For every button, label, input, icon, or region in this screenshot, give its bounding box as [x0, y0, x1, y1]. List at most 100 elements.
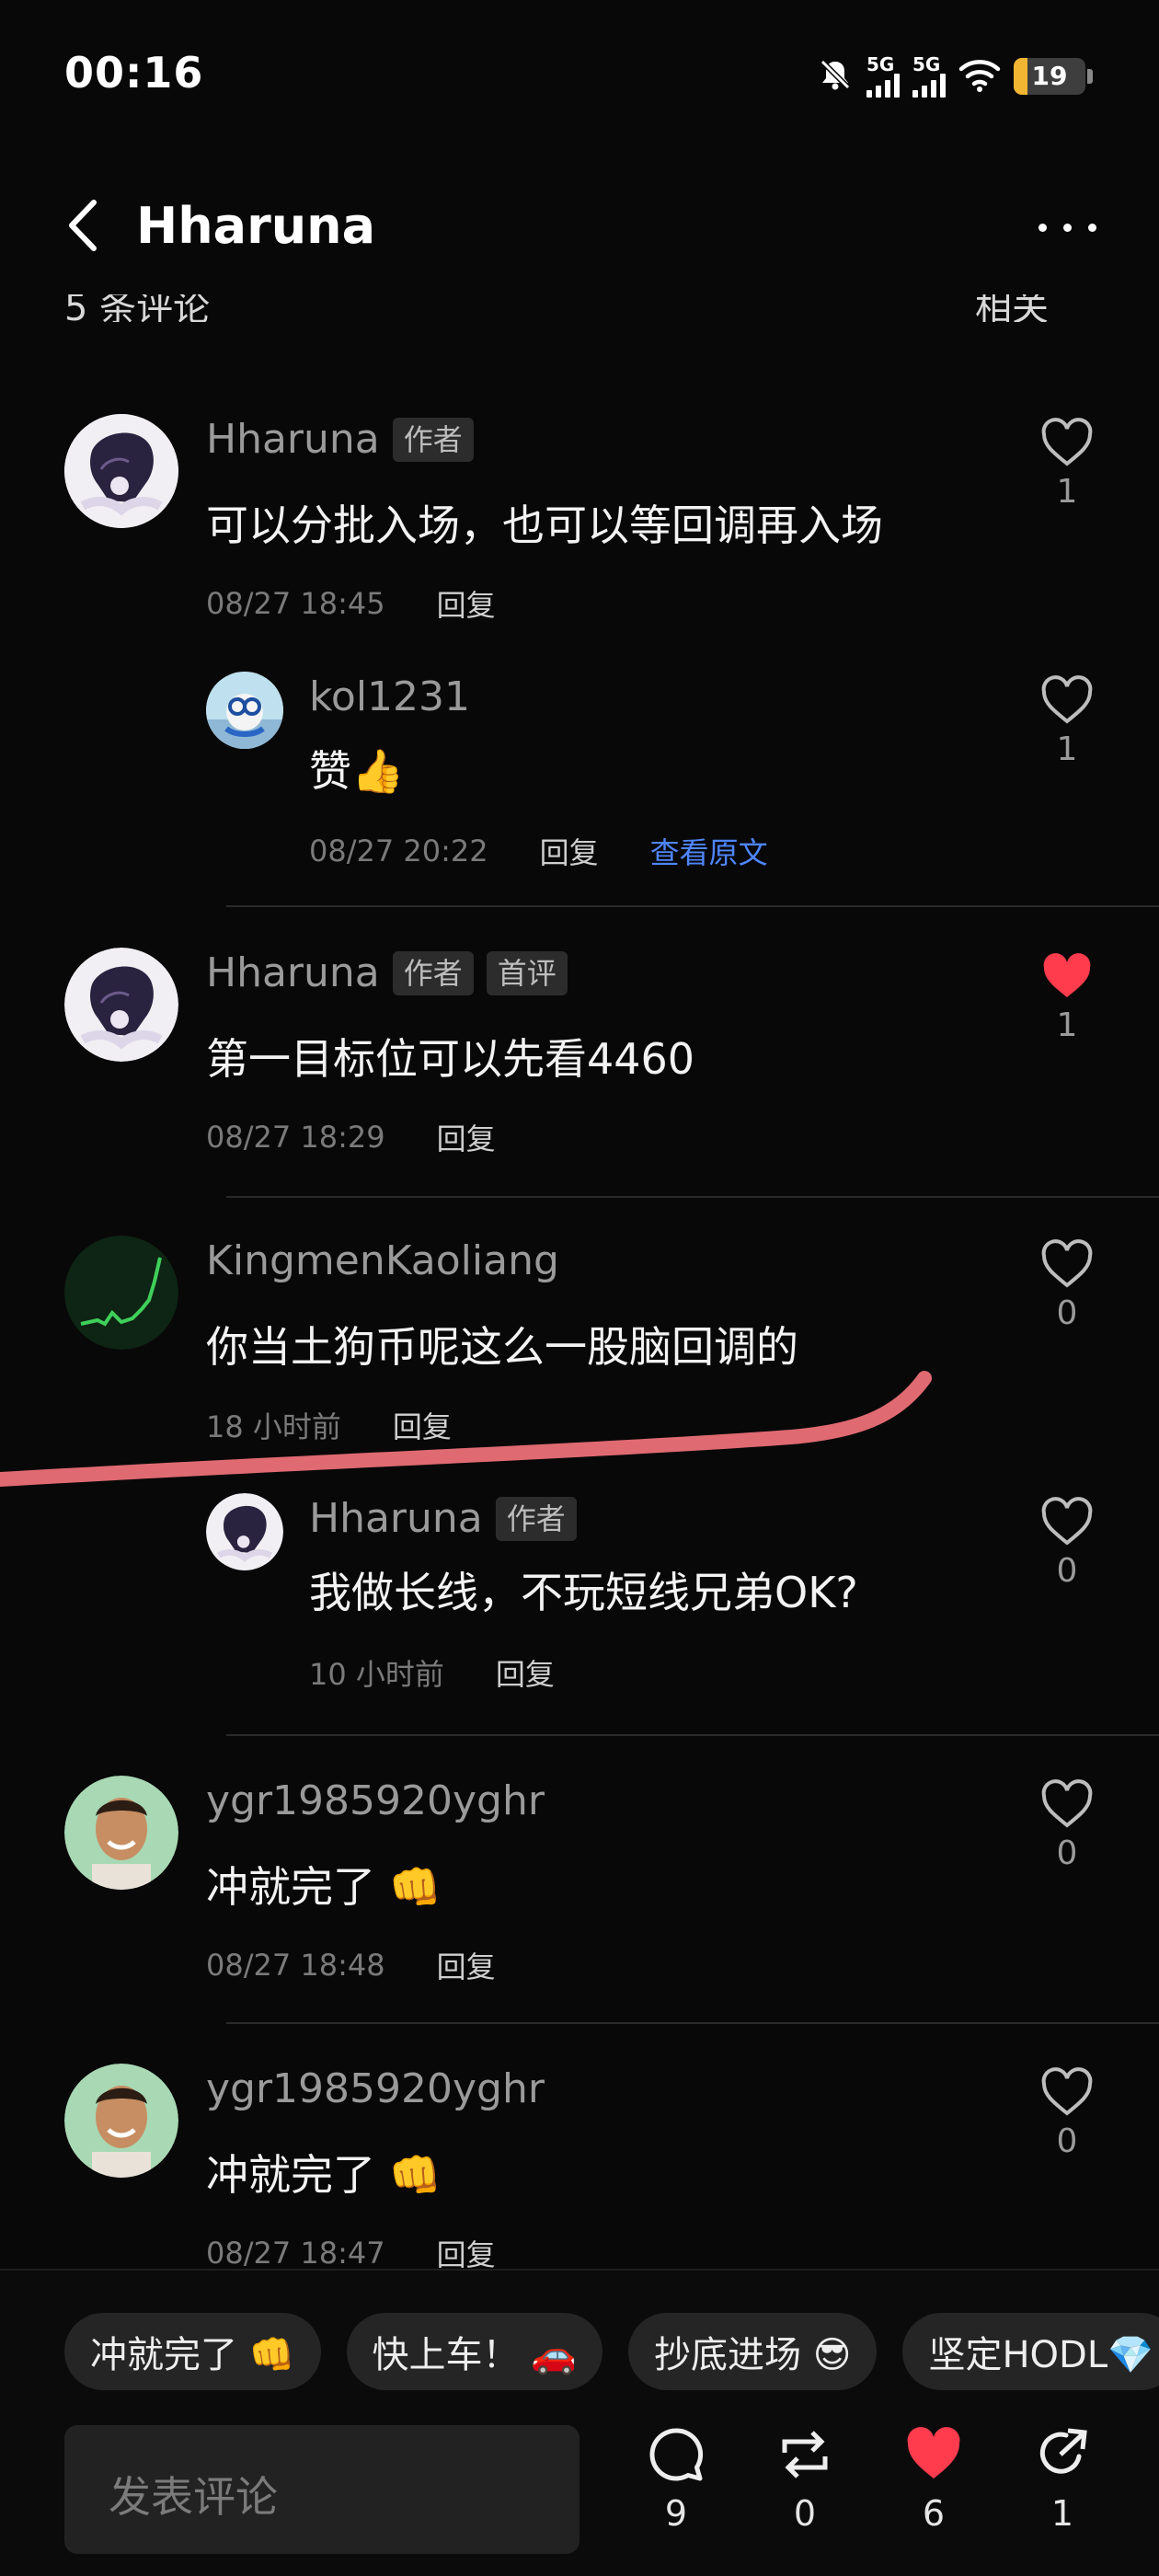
quick-reply-chip[interactable]: 冲就完了 👊 — [64, 2313, 321, 2390]
heart-icon — [1041, 1497, 1093, 1546]
like-action[interactable]: 6 — [892, 2425, 975, 2534]
avatar[interactable] — [206, 1493, 283, 1570]
more-icon[interactable] — [1030, 204, 1104, 250]
like-button[interactable]: 1 — [1030, 951, 1104, 1044]
avatar[interactable] — [64, 2064, 178, 2178]
divider — [226, 1734, 1159, 1736]
like-count: 1 — [1056, 730, 1078, 768]
author-badge: 作者 — [392, 950, 474, 995]
reply-meta: 10 小时前 回复 — [309, 1651, 555, 1694]
heart-icon — [1041, 1239, 1093, 1288]
heart-icon — [1041, 675, 1093, 724]
battery-icon: 19 — [1014, 58, 1085, 95]
top-nav: Hharuna — [0, 156, 1159, 294]
avatar[interactable] — [64, 1236, 178, 1350]
like-total: 6 — [922, 2493, 946, 2534]
comment-date: 18 小时前 — [206, 1409, 341, 1444]
status-icons: 5G 5G 19 — [817, 53, 1093, 99]
reply-button[interactable]: 回复 — [393, 1404, 452, 1446]
like-button[interactable]: 0 — [1030, 1497, 1104, 1590]
mute-bell-icon — [817, 56, 854, 97]
like-count: 0 — [1056, 2122, 1078, 2160]
comment-text: 冲就完了 👊 — [206, 2150, 442, 2200]
quick-reply-chip[interactable]: 坚定HODL💎 — [902, 2313, 1159, 2390]
page-title: Hharuna — [136, 197, 376, 255]
reply-date: 10 小时前 — [309, 1657, 444, 1692]
like-button[interactable]: 1 — [1030, 675, 1104, 768]
heart-icon — [1041, 2067, 1093, 2116]
like-count: 1 — [1056, 473, 1078, 511]
view-original-link[interactable]: 查看原文 — [650, 830, 768, 872]
repost-action[interactable]: 0 — [763, 2425, 846, 2534]
annotation-stroke — [0, 1371, 932, 1487]
reply-text: 赞👍 — [309, 746, 405, 796]
reply-button[interactable]: 回复 — [437, 582, 496, 625]
reply-meta: 08/27 20:22 回复 查看原文 — [309, 830, 768, 872]
comment-action[interactable]: 9 — [635, 2425, 717, 2534]
comment-text: 冲就完了 👊 — [206, 1862, 442, 1912]
reply-button[interactable]: 回复 — [437, 1116, 496, 1158]
signal-1: 5G — [866, 55, 900, 98]
avatar[interactable] — [64, 948, 178, 1062]
comment-count: 9 — [664, 2493, 688, 2534]
sort-relevance[interactable]: 相关 — [975, 294, 1049, 322]
reply-button[interactable]: 回复 — [496, 1651, 555, 1694]
comment-text: 你当土狗币呢这么一股脑回调的 — [206, 1322, 798, 1372]
quick-reply-chips: 冲就完了 👊 快上车！ 🚗 抄底进场 😎 坚定HODL💎 — [64, 2313, 1159, 2390]
like-count: 0 — [1056, 1294, 1078, 1332]
back-icon[interactable] — [57, 193, 112, 258]
like-button[interactable]: 1 — [1030, 418, 1104, 511]
comment-date: 08/27 18:45 — [206, 586, 385, 621]
comment-username[interactable]: ygr1985920yghr — [206, 1777, 545, 1824]
quick-reply-chip[interactable]: 抄底进场 😎 — [628, 2313, 878, 2390]
comment-text: 第一目标位可以先看4460 — [206, 1034, 695, 1084]
comment-input[interactable]: 发表评论 — [64, 2425, 580, 2554]
heart-icon — [1043, 953, 1091, 997]
share-action[interactable]: 1 — [1021, 2425, 1104, 2534]
like-count: 1 — [1056, 1006, 1078, 1044]
reply-text: 我做长线，不玩短线兄弟OK? — [309, 1568, 858, 1617]
comment-meta: 08/27 18:29 回复 — [206, 1116, 496, 1158]
divider — [226, 2022, 1159, 2024]
comment-meta: 08/27 18:48 回复 — [206, 1944, 496, 1986]
reply-username[interactable]: kol1231 — [309, 673, 470, 720]
comment-username[interactable]: Hharuna 作者 — [206, 416, 474, 463]
like-button[interactable]: 0 — [1030, 1779, 1104, 1872]
like-count: 0 — [1056, 1834, 1078, 1872]
comment-date: 08/27 18:29 — [206, 1120, 385, 1155]
comments-screen: 00:16 5G 5G 19 Hharuna 5 条评论 相关 Hharuna … — [0, 0, 1159, 2576]
reply-date: 08/27 20:22 — [309, 834, 488, 868]
repost-count: 0 — [793, 2493, 817, 2534]
comment-username[interactable]: KingmenKaoliang — [206, 1237, 559, 1284]
quick-reply-chip[interactable]: 快上车！ 🚗 — [346, 2313, 603, 2390]
reply-button[interactable]: 回复 — [540, 830, 599, 872]
reply-button[interactable]: 回复 — [437, 1944, 496, 1986]
avatar[interactable] — [64, 414, 178, 528]
heart-icon — [1041, 1779, 1093, 1828]
comment-meta: 08/27 18:45 回复 — [206, 582, 496, 625]
comment-username[interactable]: Hharuna 作者 首评 — [206, 949, 568, 996]
comment-username[interactable]: ygr1985920yghr — [206, 2065, 545, 2112]
heart-icon — [907, 2427, 960, 2478]
status-bar: 00:16 5G 5G 19 — [0, 0, 1159, 156]
like-button[interactable]: 0 — [1030, 2067, 1104, 2160]
status-time: 00:16 — [64, 48, 204, 98]
signal-bars-icon — [866, 74, 900, 98]
repost-icon — [782, 2431, 828, 2478]
comment-count-label: 5 条评论 — [64, 294, 211, 322]
like-button[interactable]: 0 — [1030, 1239, 1104, 1332]
comment-input-placeholder: 发表评论 — [109, 2472, 278, 2522]
author-badge: 作者 — [392, 417, 474, 462]
comment-meta: 18 小时前 回复 — [206, 1404, 452, 1446]
reply-username[interactable]: Hharuna 作者 — [309, 1495, 577, 1542]
share-count: 1 — [1050, 2493, 1074, 2534]
comment-date: 08/27 18:47 — [206, 2236, 385, 2271]
avatar[interactable] — [206, 672, 283, 749]
share-icon — [1039, 2428, 1087, 2474]
first-comment-badge: 首评 — [486, 950, 568, 995]
signal-2: 5G — [912, 55, 946, 98]
author-badge: 作者 — [495, 1496, 577, 1541]
comment-text: 可以分批入场，也可以等回调再入场 — [206, 500, 883, 550]
avatar[interactable] — [64, 1776, 178, 1890]
comment-date: 08/27 18:48 — [206, 1948, 385, 1983]
